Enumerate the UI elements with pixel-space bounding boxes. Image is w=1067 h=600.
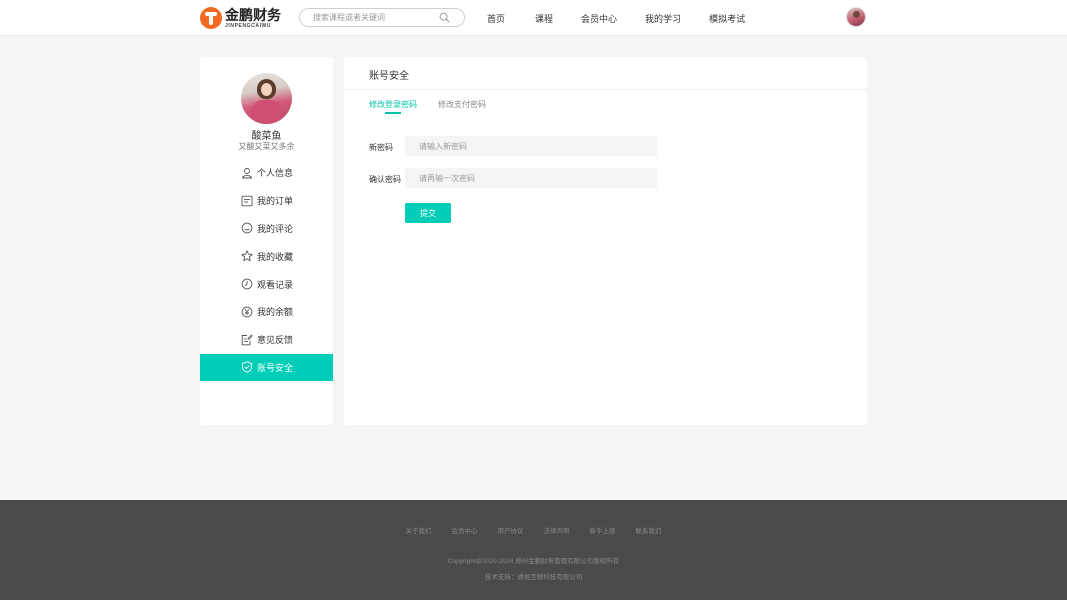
shield-icon (241, 361, 253, 374)
sidebar-item-label: 账号安全 (257, 362, 294, 373)
profile-avatar[interactable] (241, 73, 292, 124)
sidebar-item-account-security[interactable]: 账号安全 (200, 353, 333, 382)
footer-link-user-agreement[interactable]: 用户协议 (498, 525, 524, 535)
sidebar-item-feedback[interactable]: 意见反馈 (200, 326, 333, 354)
new-password-label: 新密码 (369, 143, 393, 152)
title-divider (344, 89, 867, 90)
footer-link-newbie-guide[interactable]: 新手上路 (590, 525, 616, 535)
comment-icon (241, 223, 253, 234)
sidebar-item-label: 意见反馈 (257, 335, 294, 346)
sidebar-item-label: 个人信息 (257, 168, 294, 179)
order-icon (241, 195, 253, 206)
tab-change-payment-password[interactable]: 修改支付密码 (438, 99, 486, 110)
yen-icon (241, 306, 253, 318)
footer-tech-support: 技术支持：透视互联科技有限公司 (484, 574, 583, 581)
tab-change-login-password[interactable]: 修改登录密码 (369, 99, 417, 110)
footer-link-member-center[interactable]: 会员中心 (452, 525, 478, 535)
user-sidebar: 酸菜鱼 又酸又菜又多余 个人信息 我的订单 我的评论 我的收藏 观看记录 我的余… (200, 57, 333, 425)
footer-link-legal[interactable]: 法律声明 (544, 525, 570, 535)
sidebar-item-history[interactable]: 观看记录 (200, 270, 333, 298)
account-security-panel: 账号安全 修改登录密码 修改支付密码 新密码 确认密码 提交 (344, 57, 867, 425)
submit-button[interactable]: 提交 (405, 203, 451, 223)
profile-bio: 又酸又菜又多余 (238, 142, 295, 151)
logo-mark-icon (200, 7, 222, 29)
footer-link-contact[interactable]: 联系我们 (636, 525, 662, 535)
top-header: 金鹏财务 JINPENGCAIWU 首页 课程 会员中心 我的学习 模拟考试 (0, 0, 1067, 36)
sidebar-item-label: 我的评论 (257, 223, 294, 234)
nav-mock-exam[interactable]: 模拟考试 (709, 12, 745, 25)
sidebar-item-profile[interactable]: 个人信息 (200, 159, 333, 187)
sidebar-item-favorites[interactable]: 我的收藏 (200, 242, 333, 270)
search-input[interactable] (313, 11, 433, 24)
sidebar-item-label: 观看记录 (257, 279, 294, 290)
logo-text-en: JINPENGCAIWU (225, 22, 272, 29)
nav-home[interactable]: 首页 (487, 12, 505, 25)
footer-copyright: Copyright@2020-2024 郑州金鹏财务管理有限公司版权所有 (447, 558, 620, 565)
footer-links: 关于我们 会员中心 用户协议 法律声明 新手上路 联系我们 (0, 525, 1067, 535)
confirm-password-label: 确认密码 (369, 175, 401, 184)
nav-my-learning[interactable]: 我的学习 (645, 12, 681, 25)
nav-courses[interactable]: 课程 (535, 12, 553, 25)
sidebar-item-comments[interactable]: 我的评论 (200, 215, 333, 243)
logo-text-cn: 金鹏财务 (225, 6, 281, 23)
nav-member-center[interactable]: 会员中心 (581, 12, 617, 25)
confirm-password-field[interactable] (405, 168, 657, 188)
profile-username: 酸菜鱼 (251, 131, 282, 142)
page-title: 账号安全 (369, 71, 409, 82)
active-tab-indicator (385, 112, 401, 114)
search-icon[interactable] (439, 12, 450, 23)
footer-link-about[interactable]: 关于我们 (406, 525, 432, 535)
star-icon (241, 250, 253, 262)
sidebar-item-label: 我的订单 (257, 196, 294, 207)
search-box (299, 8, 465, 27)
sidebar-item-orders[interactable]: 我的订单 (200, 187, 333, 215)
sidebar-item-label: 我的余额 (257, 307, 294, 318)
sidebar-menu: 个人信息 我的订单 我的评论 我的收藏 观看记录 我的余额 意见反馈 账号安全 (200, 159, 333, 382)
site-footer: 关于我们 会员中心 用户协议 法律声明 新手上路 联系我们 Copyright@… (0, 500, 1067, 600)
site-logo[interactable]: 金鹏财务 JINPENGCAIWU (200, 6, 281, 30)
user-icon (242, 167, 252, 179)
sidebar-item-balance[interactable]: 我的余额 (200, 298, 333, 326)
sidebar-item-label: 我的收藏 (257, 251, 294, 262)
feedback-icon (241, 334, 253, 345)
main-nav: 首页 课程 会员中心 我的学习 模拟考试 (487, 12, 773, 25)
header-avatar[interactable] (846, 7, 866, 27)
new-password-field[interactable] (405, 136, 657, 156)
clock-icon (241, 278, 253, 290)
